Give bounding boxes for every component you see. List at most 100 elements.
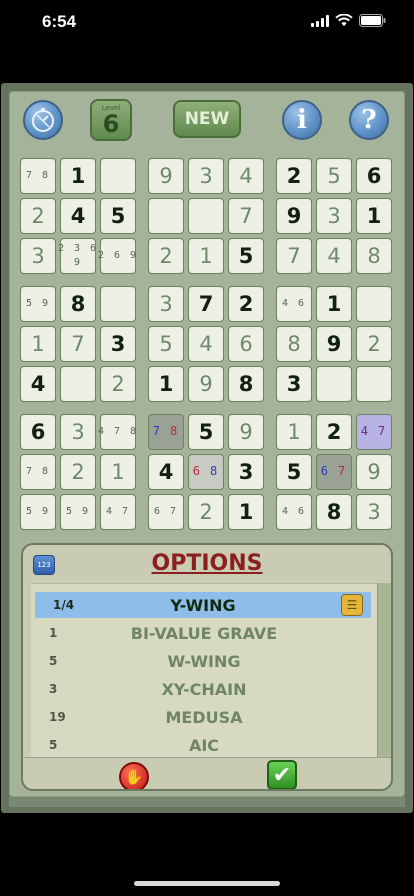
sudoku-cell[interactable]: 8 <box>356 238 392 274</box>
sudoku-cell[interactable]: 9 <box>188 366 224 402</box>
sudoku-cell[interactable]: 2 <box>20 198 56 234</box>
sudoku-cell[interactable]: 5 <box>316 158 352 194</box>
sudoku-cell[interactable]: 3 <box>148 286 184 322</box>
sudoku-cell[interactable]: 5 <box>228 238 264 274</box>
sudoku-cell[interactable]: 1 <box>20 326 56 362</box>
sudoku-cell[interactable]: 1 <box>276 414 312 450</box>
sudoku-cell[interactable]: 1 <box>228 494 264 530</box>
sudoku-cell[interactable]: 7 8 <box>148 414 184 450</box>
cell-value: 2 <box>326 420 342 444</box>
sudoku-cell[interactable] <box>356 286 392 322</box>
home-indicator[interactable] <box>134 881 280 886</box>
sudoku-cell[interactable]: 2 <box>276 158 312 194</box>
sudoku-cell[interactable]: 5 9 <box>20 494 56 530</box>
sudoku-cell[interactable]: 5 <box>100 198 136 234</box>
new-game-button[interactable]: NEW <box>173 100 241 138</box>
sudoku-cell[interactable]: 4 <box>60 198 96 234</box>
sudoku-cell[interactable]: 6 <box>356 158 392 194</box>
sudoku-cell[interactable]: 3 <box>60 414 96 450</box>
option-item[interactable]: 5 AIC <box>31 732 377 757</box>
sudoku-cell[interactable]: 3 <box>20 238 56 274</box>
sudoku-cell[interactable]: 6 <box>20 414 56 450</box>
sudoku-cell[interactable]: 3 <box>228 454 264 490</box>
sudoku-cell[interactable]: 8 <box>276 326 312 362</box>
sudoku-cell[interactable] <box>60 366 96 402</box>
sudoku-cell[interactable]: 5 <box>148 326 184 362</box>
sudoku-cell[interactable]: 5 <box>276 454 312 490</box>
option-item[interactable]: 3 XY-CHAIN <box>31 676 377 702</box>
sudoku-cell[interactable]: 3 <box>188 158 224 194</box>
sudoku-cell[interactable] <box>316 366 352 402</box>
sudoku-cell[interactable] <box>356 366 392 402</box>
sudoku-cell[interactable]: 9 <box>276 198 312 234</box>
option-item[interactable]: 1 BI-VALUE GRAVE <box>31 620 377 646</box>
sudoku-cell[interactable]: 2 <box>356 326 392 362</box>
sudoku-cell[interactable]: 2 <box>316 414 352 450</box>
sudoku-cell[interactable]: 1 <box>100 454 136 490</box>
sudoku-cell[interactable]: 4 6 <box>276 494 312 530</box>
sudoku-cell[interactable]: 4 <box>148 454 184 490</box>
clipboard-icon[interactable]: ☰ <box>341 594 363 616</box>
option-item[interactable]: 1/4 Y-WING ☰ <box>35 592 371 618</box>
sudoku-cell[interactable]: 3 <box>356 494 392 530</box>
options-scrollbar[interactable] <box>377 583 391 757</box>
sudoku-cell[interactable]: 5 9 <box>20 286 56 322</box>
sudoku-cell[interactable]: 3 <box>276 366 312 402</box>
sudoku-cell[interactable]: 2 3 6 9 <box>58 238 96 274</box>
app-root: 6:54 Level 6 NEW i ? 7 8 1 9 3 4 2 5 6 2… <box>0 0 414 896</box>
sudoku-cell[interactable]: 7 8 <box>20 158 56 194</box>
sudoku-cell[interactable]: 7 <box>60 326 96 362</box>
sudoku-cell[interactable] <box>100 158 136 194</box>
sudoku-cell[interactable]: 5 <box>188 414 224 450</box>
sudoku-cell[interactable]: 1 <box>188 238 224 274</box>
option-item[interactable]: 5 W-WING <box>31 648 377 674</box>
sudoku-cell[interactable]: 9 <box>148 158 184 194</box>
sudoku-cell[interactable]: 1 <box>60 158 96 194</box>
sudoku-cell[interactable]: 2 <box>228 286 264 322</box>
sudoku-cell[interactable]: 2 <box>100 366 136 402</box>
stop-button[interactable]: ✋ <box>119 762 149 789</box>
sudoku-cell[interactable] <box>148 198 184 234</box>
sudoku-cell[interactable]: 4 7 <box>356 414 392 450</box>
sudoku-cell[interactable]: 7 <box>276 238 312 274</box>
sudoku-cell[interactable]: 7 <box>228 198 264 234</box>
sudoku-cell[interactable]: 8 <box>316 494 352 530</box>
sudoku-cell[interactable]: 7 <box>188 286 224 322</box>
sudoku-cell[interactable]: 2 <box>148 238 184 274</box>
sudoku-cell[interactable]: 9 <box>356 454 392 490</box>
sudoku-cell[interactable]: 6 8 <box>188 454 224 490</box>
sudoku-cell[interactable]: 8 <box>60 286 96 322</box>
sudoku-cell[interactable]: 4 7 8 <box>98 414 136 450</box>
sudoku-cell[interactable]: 1 <box>316 286 352 322</box>
apply-button[interactable]: ✔ <box>267 760 297 789</box>
sudoku-cell[interactable]: 1 <box>148 366 184 402</box>
options-list[interactable]: 1/4 Y-WING ☰ 1 BI-VALUE GRAVE 5 W-WING 3 XY-CHAI… <box>31 583 377 757</box>
sudoku-cell[interactable]: 7 8 <box>20 454 56 490</box>
stopwatch-button[interactable] <box>23 100 63 140</box>
sudoku-cell[interactable]: 4 <box>316 238 352 274</box>
sudoku-cell[interactable]: 3 <box>316 198 352 234</box>
level-button[interactable]: Level 6 <box>90 99 132 141</box>
sudoku-cell[interactable]: 4 <box>228 158 264 194</box>
sudoku-cell[interactable]: 4 <box>20 366 56 402</box>
sudoku-cell[interactable]: 2 <box>60 454 96 490</box>
help-button[interactable]: ? <box>349 100 389 140</box>
sudoku-cell[interactable]: 4 6 <box>276 286 312 322</box>
sudoku-cell[interactable]: 9 <box>228 414 264 450</box>
sudoku-cell[interactable]: 5 9 <box>60 494 96 530</box>
sudoku-cell[interactable]: 4 7 <box>100 494 136 530</box>
sudoku-cell[interactable]: 8 <box>228 366 264 402</box>
sudoku-cell[interactable]: 6 <box>228 326 264 362</box>
sudoku-cell[interactable] <box>188 198 224 234</box>
sudoku-cell[interactable] <box>100 286 136 322</box>
sudoku-cell[interactable]: 6 7 <box>316 454 352 490</box>
sudoku-cell[interactable]: 2 <box>188 494 224 530</box>
sudoku-cell[interactable]: 2 6 9 <box>98 238 136 274</box>
sudoku-cell[interactable]: 6 7 <box>148 494 184 530</box>
info-button[interactable]: i <box>282 100 322 140</box>
sudoku-cell[interactable]: 9 <box>316 326 352 362</box>
sudoku-cell[interactable]: 4 <box>188 326 224 362</box>
option-item[interactable]: 19 MEDUSA <box>31 704 377 730</box>
sudoku-cell[interactable]: 3 <box>100 326 136 362</box>
sudoku-cell[interactable]: 1 <box>356 198 392 234</box>
